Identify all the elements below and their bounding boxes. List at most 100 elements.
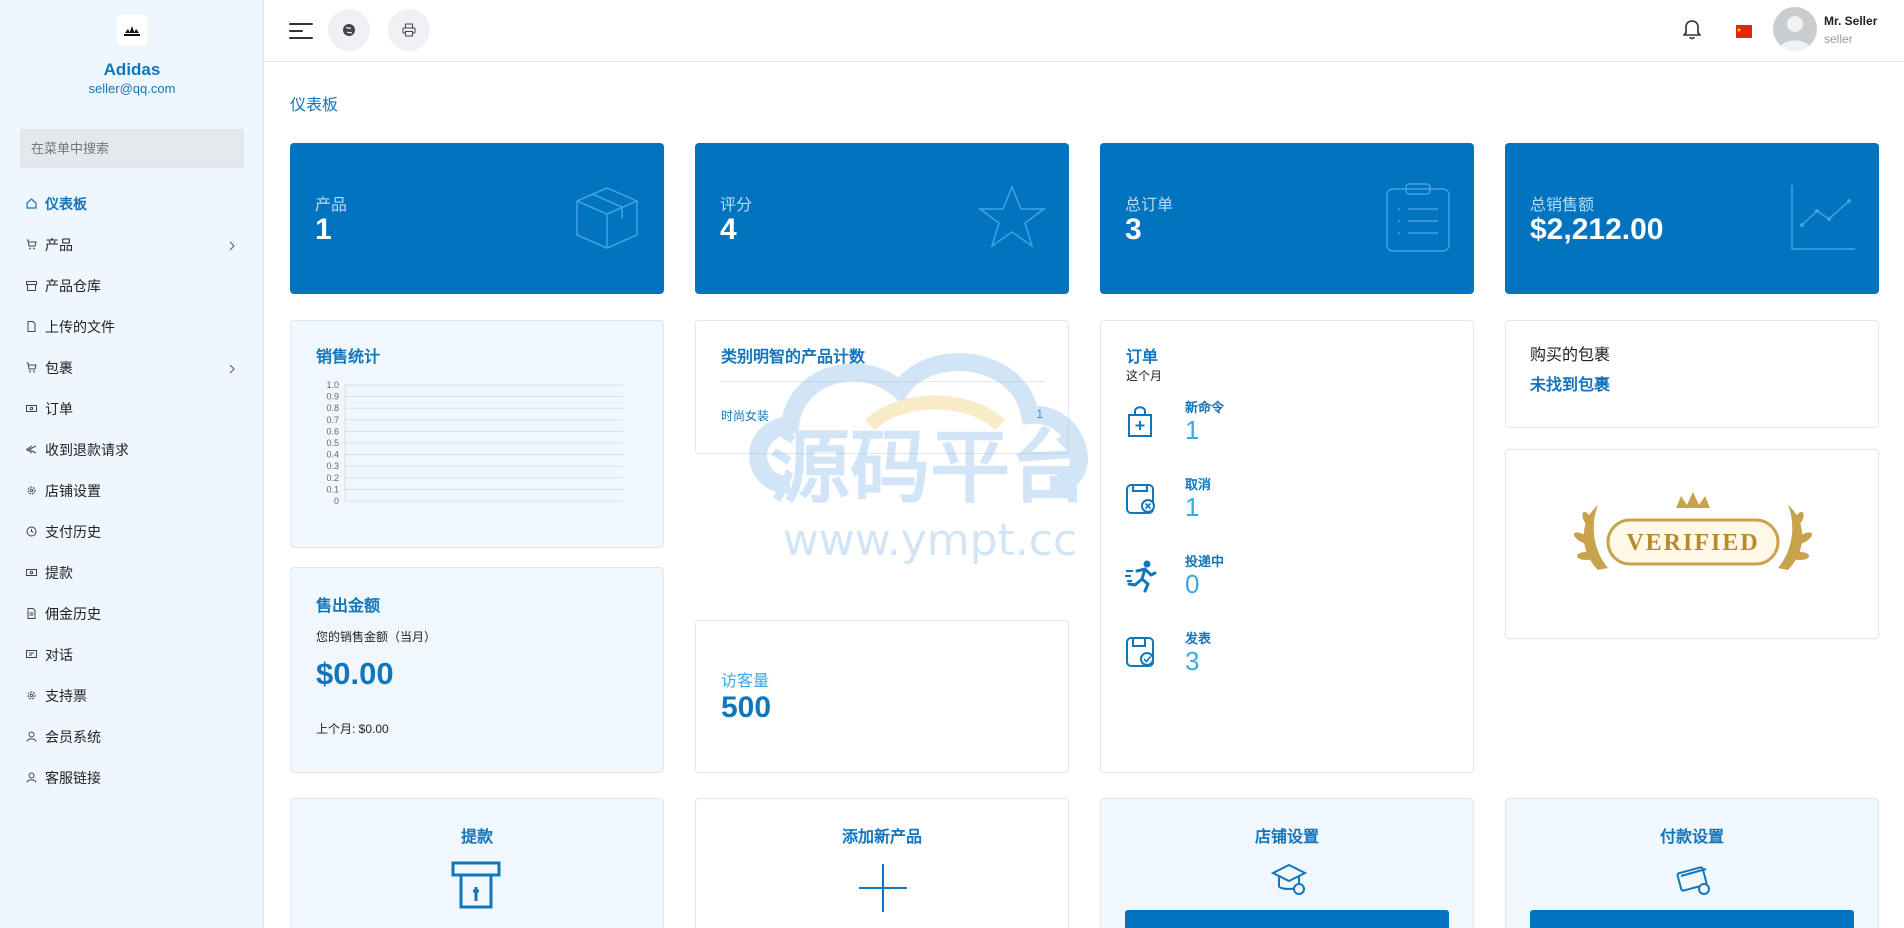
china-flag-icon[interactable] xyxy=(1736,25,1752,38)
topbar: Mr. Seller seller xyxy=(264,0,1904,62)
globe-button[interactable] xyxy=(328,9,370,51)
sidebar-item-dashboard[interactable]: 仪表板 xyxy=(0,183,264,224)
withdraw-icon xyxy=(451,861,501,909)
shop-settings-card[interactable]: 店铺设置 xyxy=(1100,798,1474,928)
visitors-value: 500 xyxy=(721,691,772,724)
user-role: seller xyxy=(1824,32,1853,46)
orders-subtitle: 这个月 xyxy=(1126,369,1163,383)
chart-y-tick-label: 0.4 xyxy=(326,450,339,460)
watermark-url: www.ympt.cc xyxy=(783,515,1077,566)
globe-icon xyxy=(343,24,355,36)
stat-card-total-orders: 总订单 3 xyxy=(1100,143,1474,294)
save-check-icon xyxy=(1126,637,1154,667)
package-title: 购买的包裹 xyxy=(1530,347,1611,364)
card-title: 店铺设置 xyxy=(1254,829,1319,846)
bell-icon[interactable] xyxy=(1682,18,1702,45)
archive-icon xyxy=(26,280,37,291)
stat-label: 评分 xyxy=(720,197,753,214)
money-icon xyxy=(26,567,37,578)
sidebar-item-label: 佣金历史 xyxy=(45,605,101,622)
sidebar-item-label: 店铺设置 xyxy=(45,482,101,499)
file-icon xyxy=(26,321,37,332)
sidebar-item-support-tickets[interactable]: 支持票 xyxy=(0,675,264,716)
withdraw-card[interactable]: 提款 xyxy=(290,798,664,928)
stat-label: 产品 xyxy=(315,197,348,214)
shop-email: seller@qq.com xyxy=(88,81,176,96)
stat-card-total-sales: 总销售额 $2,212.00 xyxy=(1505,143,1879,294)
sidebar-item-service-link[interactable]: 客服链接 xyxy=(0,757,264,798)
sidebar-item-label: 客服链接 xyxy=(45,769,101,786)
sidebar-item-label: 仪表板 xyxy=(45,195,87,212)
sidebar-item-withdraw[interactable]: 提款 xyxy=(0,552,264,593)
panel-title: 订单 xyxy=(1126,349,1159,366)
sales-chart: 0 0.10.2 0.30.4 0.5 0.60.7 0.80.9 1.0 xyxy=(326,380,623,506)
sidebar-item-label: 订单 xyxy=(45,400,73,417)
user-icon xyxy=(26,731,37,742)
payment-settings-button[interactable] xyxy=(1530,910,1854,928)
menu-toggle-icon[interactable] xyxy=(288,20,314,42)
stat-value: 4 xyxy=(720,213,737,246)
verified-panel: VERIFIED xyxy=(1505,449,1879,639)
sidebar-item-orders[interactable]: 订单 xyxy=(0,388,264,429)
sidebar-item-membership[interactable]: 会员系统 xyxy=(0,716,264,757)
order-item-value: 3 xyxy=(1185,646,1200,676)
add-product-card[interactable]: 添加新产品 xyxy=(695,798,1069,928)
stat-label: 总销售额 xyxy=(1530,197,1595,214)
menu-search-input[interactable] xyxy=(20,129,244,168)
payment-settings-card[interactable]: 付款设置 xyxy=(1505,798,1879,928)
page-title: 仪表板 xyxy=(290,97,339,114)
sidebar-item-label: 对话 xyxy=(45,646,73,663)
sidebar-item-label: 收到退款请求 xyxy=(45,441,129,458)
chart-y-tick-label: 0.2 xyxy=(326,473,339,483)
sidebar-item-warehouse[interactable]: 产品仓库 xyxy=(0,265,264,306)
order-item-label: 取消 xyxy=(1185,477,1212,492)
stat-value: 3 xyxy=(1125,213,1142,246)
package-status[interactable]: 未找到包裹 xyxy=(1530,371,1610,395)
refund-icon xyxy=(26,444,37,455)
file-icon xyxy=(26,608,37,619)
shop-settings-button[interactable] xyxy=(1125,910,1449,928)
box-icon xyxy=(576,187,638,249)
history-icon xyxy=(26,526,37,537)
shop-logo[interactable] xyxy=(117,15,147,45)
sidebar-item-packages[interactable]: 包裹 xyxy=(0,347,264,388)
sidebar-item-shop-settings[interactable]: 店铺设置 xyxy=(0,470,264,511)
star-icon xyxy=(977,185,1047,248)
sidebar-item-commission-history[interactable]: 佣金历史 xyxy=(0,593,264,634)
chart-y-tick-label: 0.1 xyxy=(326,484,339,494)
order-item-value: 1 xyxy=(1185,492,1200,522)
order-item-value: 1 xyxy=(1185,415,1200,445)
category-count-panel: 类别明智的产品计数 时尚女装 1 xyxy=(695,320,1069,454)
chevron-right-icon xyxy=(228,361,236,377)
print-button[interactable] xyxy=(388,9,430,51)
verified-badge-icon: VERIFIED xyxy=(1573,492,1813,570)
chart-y-tick-label: 0 xyxy=(334,496,339,506)
avatar[interactable] xyxy=(1773,7,1817,51)
visitors-label: 访客量 xyxy=(721,673,770,690)
sold-amount-subtitle: 您的销售金额（当月） xyxy=(316,630,437,644)
sidebar-item-payment-history[interactable]: 支付历史 xyxy=(0,511,264,552)
sidebar-item-conversations[interactable]: 对话 xyxy=(0,634,264,675)
category-name[interactable]: 时尚女装 xyxy=(721,407,769,424)
panel-title: 销售统计 xyxy=(316,349,381,366)
card-title: 提款 xyxy=(460,829,493,846)
sidebar-item-label: 提款 xyxy=(45,564,73,581)
chart-y-tick-label: 0.8 xyxy=(326,403,339,413)
home-icon xyxy=(26,198,37,209)
sidebar-item-refund-requests[interactable]: 收到退款请求 xyxy=(0,429,264,470)
adidas-logo-icon xyxy=(124,26,140,36)
chat-icon xyxy=(26,649,37,660)
user-name[interactable]: Mr. Seller xyxy=(1824,14,1877,28)
plus-icon xyxy=(859,864,907,912)
sidebar-item-products[interactable]: 产品 xyxy=(0,224,264,265)
visitors-panel: 访客量 500 xyxy=(695,620,1069,773)
sold-amount-value: $0.00 xyxy=(316,656,394,691)
sidebar-item-label: 支付历史 xyxy=(45,523,101,540)
stat-card-rating: 评分 4 xyxy=(695,143,1069,294)
gear-icon xyxy=(26,485,37,496)
user-icon xyxy=(26,772,37,783)
chart-y-tick-label: 0.6 xyxy=(326,426,339,436)
stat-value: 1 xyxy=(315,213,332,246)
sidebar-item-uploaded-files[interactable]: 上传的文件 xyxy=(0,306,264,347)
chart-y-tick-label: 0.3 xyxy=(326,461,339,471)
